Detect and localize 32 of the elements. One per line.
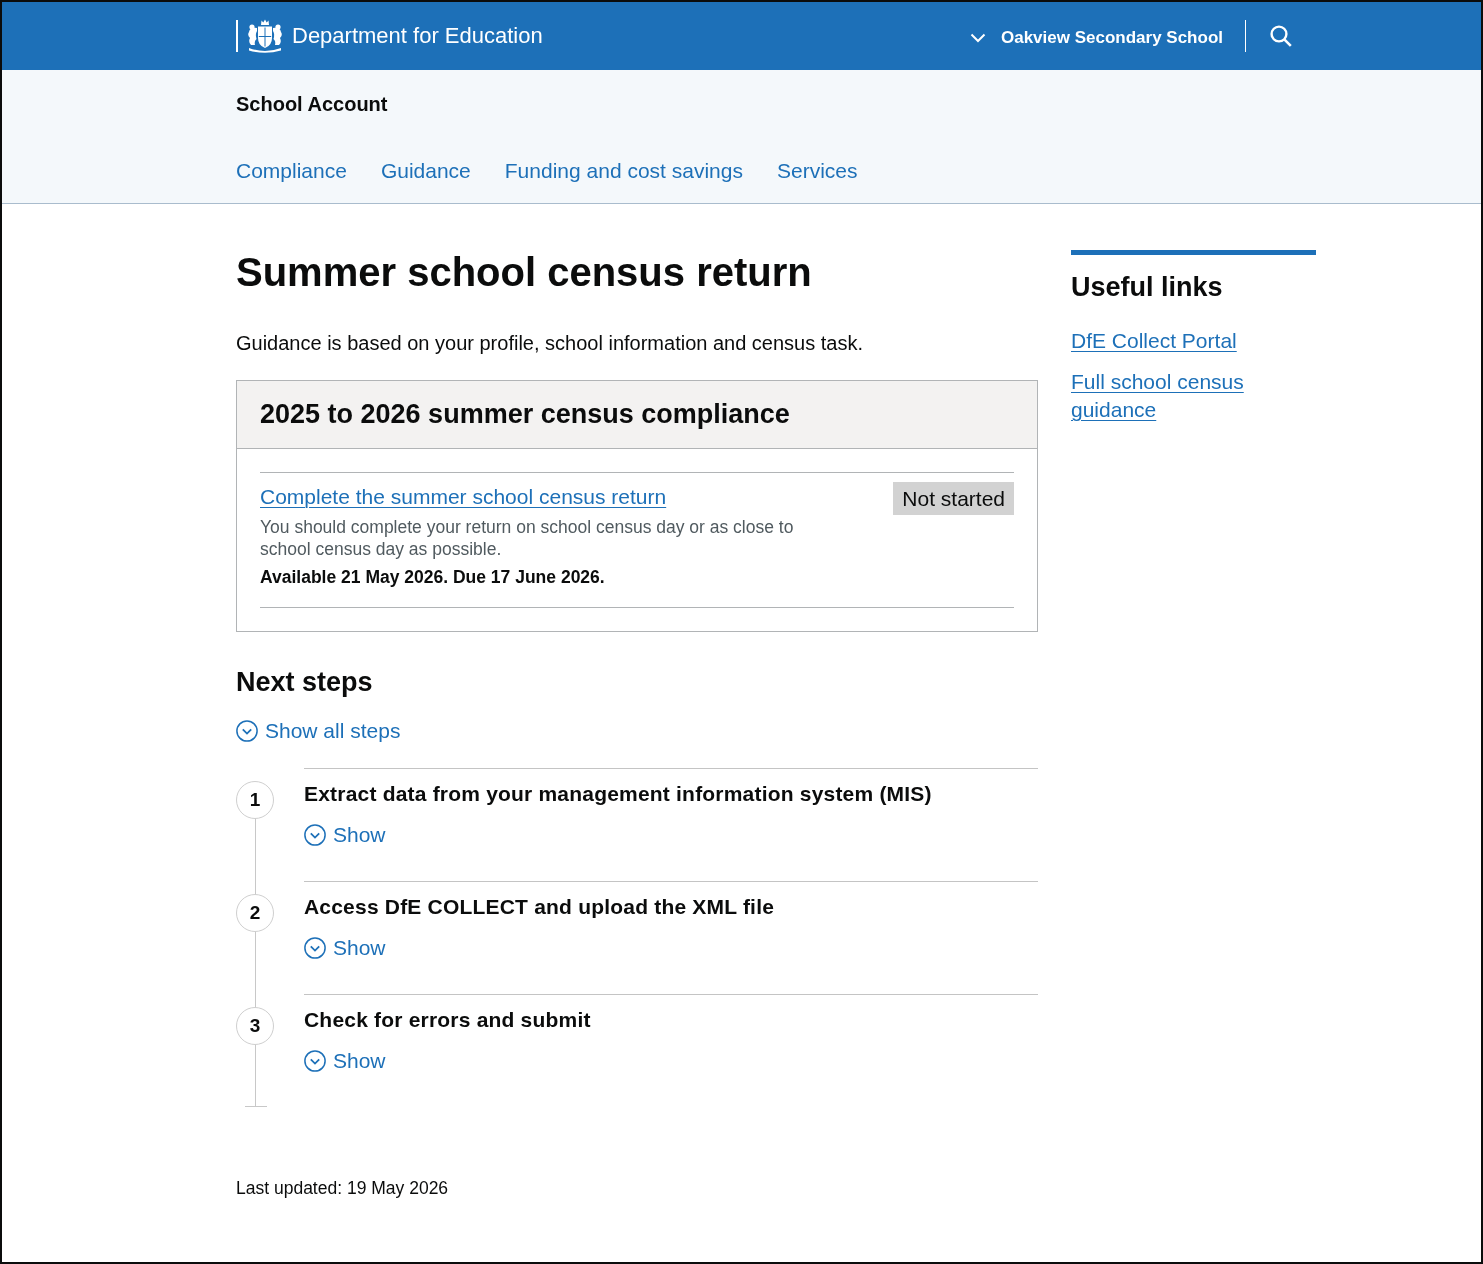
show-step-button[interactable]: Show: [304, 934, 386, 962]
task-description: You should complete your return on school census day or as close to school census day as possible.: [260, 516, 795, 560]
intro-text: Guidance is based on your profile, school information and census task.: [236, 331, 864, 356]
useful-links-heading: Useful links: [1071, 271, 1223, 303]
step-title: Access DfE COLLECT and upload the XML file: [304, 894, 775, 920]
crest-icon: [246, 18, 284, 53]
nav-link[interactable]: Services: [776, 157, 858, 185]
account-menu-button[interactable]: Oakview Secondary School: [969, 27, 1223, 49]
next-steps-heading: Next steps: [236, 666, 373, 698]
show-step-button[interactable]: Show: [304, 1047, 386, 1075]
nav-link[interactable]: Guidance: [380, 157, 471, 185]
step-title: Extract data from your management information system (MIS): [304, 781, 932, 807]
step-number: 1: [236, 781, 274, 819]
nav-link[interactable]: Funding and cost savings: [504, 157, 743, 185]
step-number: 2: [236, 894, 274, 932]
show-step-button[interactable]: Show: [304, 821, 386, 849]
task-link[interactable]: Complete the summer school census return: [260, 485, 667, 508]
page-title: Summer school census return: [236, 249, 812, 296]
nav-link[interactable]: Compliance: [236, 157, 347, 185]
search-icon: [1270, 25, 1292, 47]
last-updated-text: Last updated: 19 May 2026: [236, 1177, 449, 1199]
task-dates: Available 21 May 2026. Due 17 June 2026.: [260, 566, 605, 588]
search-button[interactable]: [1270, 25, 1292, 47]
status-tag: Not started: [893, 482, 1014, 515]
show-all-steps-button[interactable]: Show all steps: [236, 717, 401, 745]
sidebar-link[interactable]: DfE Collect Portal: [1071, 327, 1237, 355]
step-number: 3: [236, 1007, 274, 1045]
service-name: School Account: [236, 92, 388, 116]
step-title: Check for errors and submit: [304, 1007, 591, 1033]
card-title: 2025 to 2026 summer census compliance: [260, 398, 790, 430]
sidebar-link[interactable]: Full school census guidance: [1071, 368, 1316, 424]
logo-link[interactable]: Department for Education: [236, 18, 543, 53]
